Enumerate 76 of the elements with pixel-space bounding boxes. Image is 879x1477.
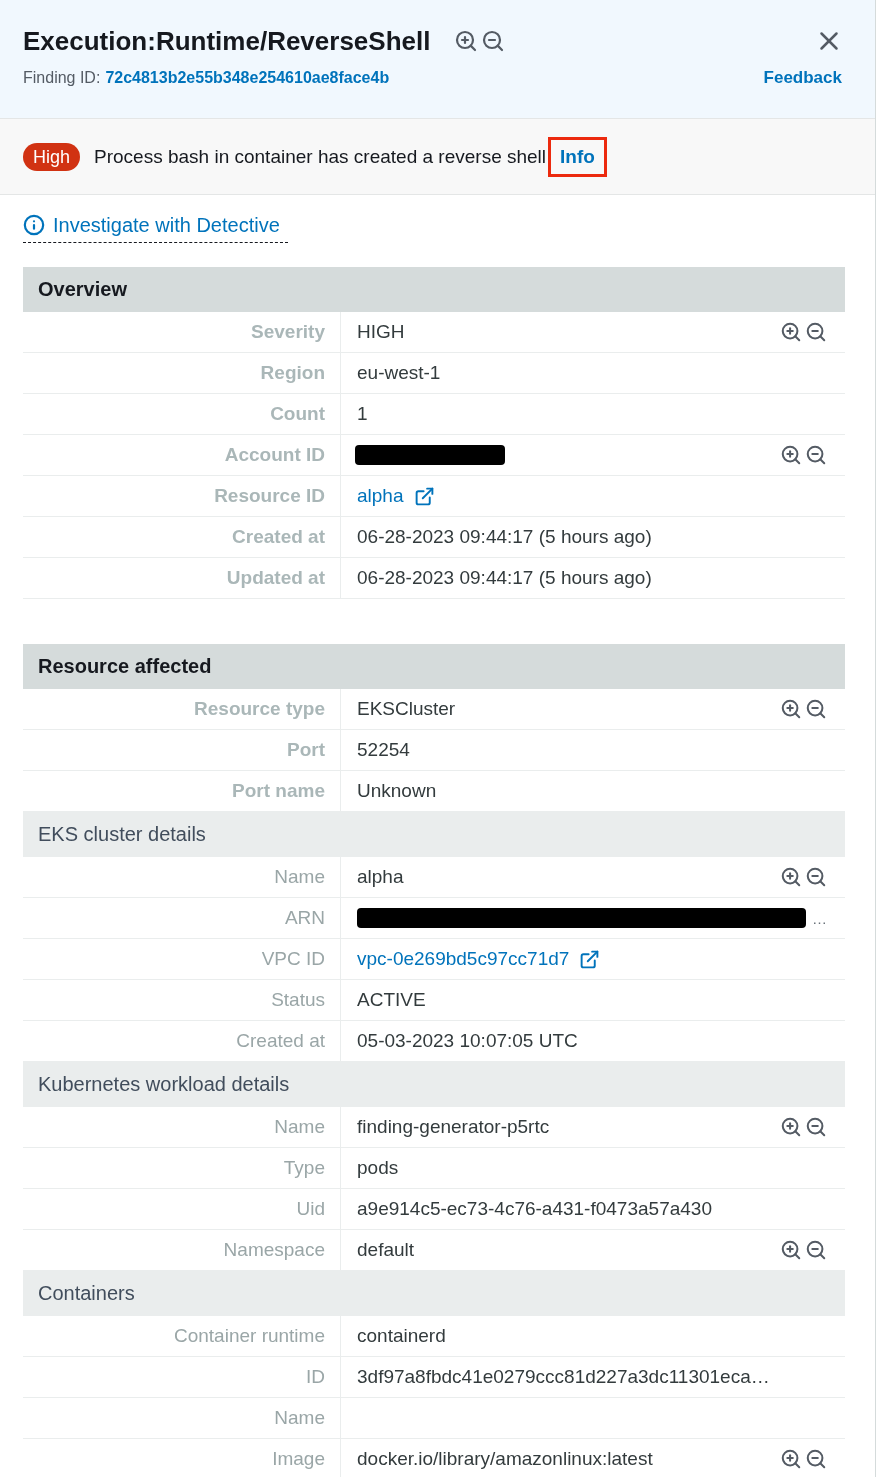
zoom-in-icon[interactable]: [780, 1116, 802, 1138]
row-label: Name: [274, 1116, 325, 1138]
row-label: ID: [306, 1366, 325, 1388]
row-value: finding-generator-p5rtc: [357, 1116, 550, 1138]
zoom-out-icon[interactable]: [805, 866, 827, 888]
row-value: containerd: [357, 1325, 446, 1347]
row-value: 1: [357, 403, 368, 425]
row-label: Account ID: [224, 444, 325, 466]
row-label: Container runtime: [173, 1325, 325, 1347]
row-label: Namespace: [223, 1239, 325, 1261]
row-label: Image: [272, 1448, 325, 1470]
row-label: Name: [274, 1407, 325, 1429]
info-link[interactable]: Info: [548, 136, 607, 177]
row-label: Created at: [232, 526, 325, 548]
severity-badge: High: [23, 142, 81, 171]
zoom-in-icon[interactable]: [780, 1448, 802, 1470]
row-value: ACTIVE: [357, 989, 426, 1011]
resource-link[interactable]: alpha: [357, 485, 435, 507]
row-label: Created at: [236, 1030, 325, 1052]
zoom-in-icon[interactable]: [454, 29, 479, 53]
row-value: 06-28-2023 09:44:17 (5 hours ago): [357, 567, 652, 589]
row-value: 52254: [357, 739, 410, 761]
zoom-out-icon[interactable]: [805, 1239, 827, 1261]
row-label: Port: [287, 739, 325, 761]
resource-link[interactable]: vpc-0e269bd5c97cc71d7: [357, 948, 601, 970]
zoom-in-icon[interactable]: [780, 321, 802, 343]
zoom-in-icon[interactable]: [780, 1239, 802, 1261]
finding-title: Execution:Runtime/ReverseShell: [23, 25, 431, 58]
zoom-in-icon[interactable]: [780, 698, 802, 720]
row-value: alpha: [357, 866, 404, 888]
row-label: Type: [283, 1157, 325, 1179]
subsection-header: EKS cluster details: [23, 812, 845, 857]
row-value: 05-03-2023 10:07:05 UTC: [357, 1030, 578, 1052]
zoom-out-icon[interactable]: [805, 1116, 827, 1138]
row-value: default: [357, 1239, 415, 1261]
row-label: Uid: [296, 1198, 325, 1220]
zoom-out-icon[interactable]: [805, 321, 827, 343]
row-label: Updated at: [226, 567, 325, 589]
finding-description: Process bash in container has created a reverse shell: [94, 145, 547, 168]
zoom-out-icon[interactable]: [805, 444, 827, 466]
row-value: Unknown: [357, 780, 437, 802]
finding-id-label: Finding ID:: [23, 68, 101, 88]
zoom-in-icon[interactable]: [780, 444, 802, 466]
info-icon: [23, 214, 45, 236]
row-value: eu-west-1: [357, 362, 441, 384]
row-label: Port name: [232, 780, 325, 802]
row-label: Status: [271, 989, 325, 1011]
feedback-link[interactable]: Feedback: [763, 66, 842, 90]
row-label: Severity: [251, 321, 325, 343]
row-label: Count: [270, 403, 325, 425]
row-label: Resource type: [194, 698, 325, 720]
row-value: pods: [357, 1157, 399, 1179]
row-value: a9e914c5-ec73-4c76-a431-f0473a57a430: [357, 1198, 712, 1220]
row-value: docker.io/library/amazonlinux:latest: [357, 1448, 653, 1470]
finding-id-link[interactable]: 72c4813b2e55b348e254610ae8face4b: [105, 66, 390, 90]
row-value: HIGH: [357, 321, 405, 343]
subsection-header: Containers: [23, 1271, 845, 1316]
row-value: …: [812, 909, 827, 927]
section-header: Overview: [23, 267, 845, 312]
row-label: Region: [260, 362, 325, 384]
row-label: Name: [274, 866, 325, 888]
row-label: VPC ID: [261, 948, 325, 970]
zoom-in-icon[interactable]: [780, 866, 802, 888]
row-value: 3df97a8fbdc41e0279ccc81d227a3dc11301eca…: [357, 1366, 770, 1388]
row-label: ARN: [284, 907, 325, 929]
row-label: Resource ID: [214, 485, 325, 507]
external-link-icon: [579, 948, 601, 970]
subsection-header: Kubernetes workload details: [23, 1062, 845, 1107]
row-value: 06-28-2023 09:44:17 (5 hours ago): [357, 526, 652, 548]
section-header: Resource affected: [23, 644, 845, 689]
row-value: EKSCluster: [357, 698, 456, 720]
investigate-link[interactable]: Investigate with Detective: [23, 212, 288, 243]
external-link-icon: [413, 485, 435, 507]
zoom-out-icon[interactable]: [805, 1448, 827, 1470]
zoom-out-icon[interactable]: [805, 698, 827, 720]
zoom-out-icon[interactable]: [481, 29, 506, 53]
